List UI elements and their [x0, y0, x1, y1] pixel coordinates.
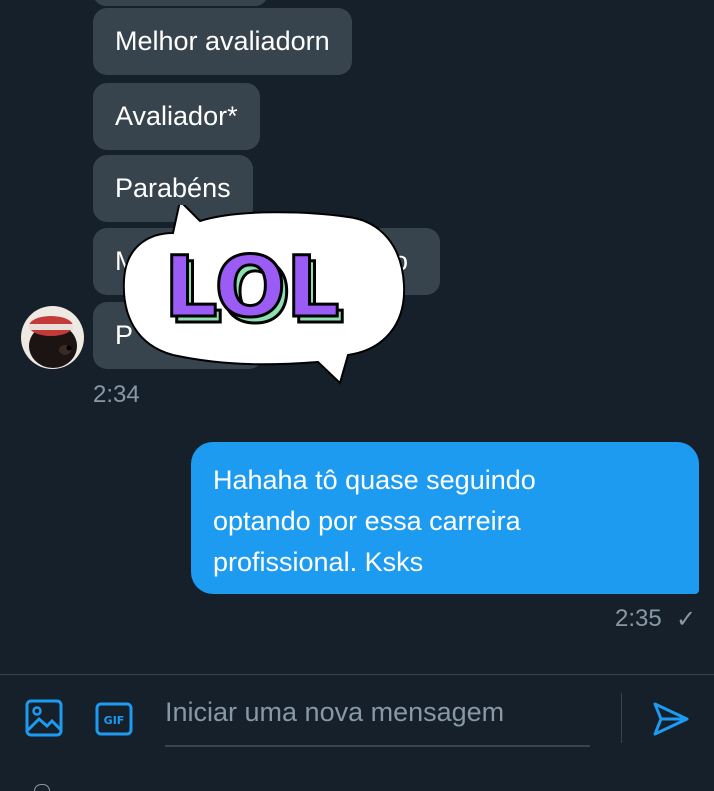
sent-check-icon: ✓	[676, 606, 697, 633]
svg-text:LOL: LOL	[164, 238, 339, 336]
add-gif-button[interactable]: GIF	[95, 702, 133, 741]
sender-avatar[interactable]	[21, 306, 84, 369]
message-input-placeholder: Iniciar uma nova mensagem	[165, 697, 505, 727]
add-image-button[interactable]	[25, 699, 63, 742]
composer-divider	[621, 693, 622, 743]
gif-icon-label: GIF	[104, 714, 125, 727]
conversation-thread: Melhor avaliadorn Avaliador* Parabéns M …	[0, 0, 714, 674]
previous-message-fragment	[93, 0, 268, 6]
outgoing-message-line: Hahaha tô quase seguindo	[213, 465, 536, 495]
incoming-message[interactable]: Melhor avaliadorn	[93, 8, 352, 75]
send-icon	[653, 702, 689, 736]
message-input[interactable]: Iniciar uma nova mensagem	[165, 675, 590, 747]
gif-icon: GIF	[95, 702, 133, 736]
image-icon	[25, 699, 63, 737]
outgoing-message-line: profissional. Ksks	[213, 547, 424, 577]
outgoing-message-line: optando por essa carreira	[213, 506, 521, 536]
incoming-message[interactable]: Avaliador*	[93, 83, 260, 150]
outgoing-message[interactable]: Hahaha tô quase seguindo optando por ess…	[191, 442, 699, 594]
lol-sticker[interactable]: LOL LOL	[118, 198, 408, 385]
message-composer: GIF Iniciar uma nova mensagem	[0, 674, 714, 788]
outgoing-timestamp: 2:35	[615, 605, 662, 632]
send-button[interactable]	[652, 701, 690, 742]
avatar-image	[21, 306, 84, 369]
lol-sticker-lettering: LOL LOL	[163, 237, 346, 344]
incoming-timestamp: 2:34	[93, 381, 140, 408]
